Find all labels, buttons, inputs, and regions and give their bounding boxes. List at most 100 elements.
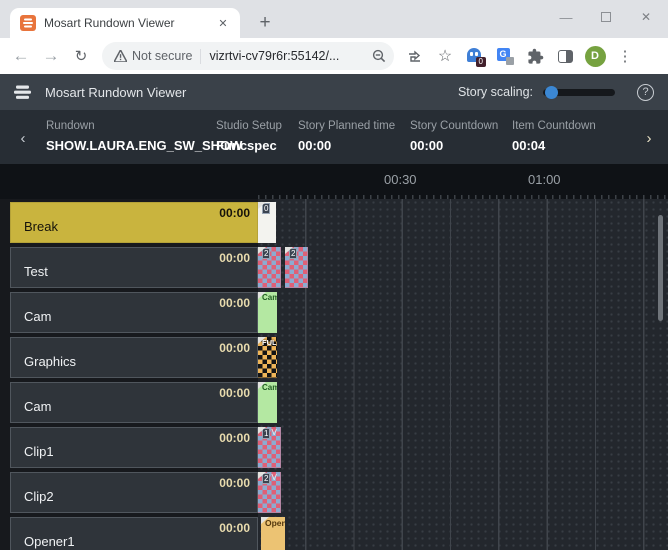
story-items-lane: 22 [258,247,668,288]
item-start-marker [258,247,266,254]
story-planned-time: 00:00 [219,476,250,490]
browser-window: Mosart Rundown Viewer ✕ + — ✕ ← → ↻ Not … [0,0,668,550]
forward-button[interactable]: → [36,42,66,70]
new-tab-button[interactable]: + [252,10,278,36]
ghost-extension-icon: 0 [466,48,484,64]
field-value: 00:04 [512,138,630,153]
timeline-item[interactable]: 1V [258,427,281,468]
story-name: Clip2 [24,489,54,504]
item-start-marker [258,472,266,479]
story-items-lane: FULL [258,337,668,378]
mosart-favicon-icon [20,15,36,31]
bookmark-button[interactable]: ☆ [430,42,460,70]
field-story-planned-time: Story Planned time 00:00 [298,120,410,164]
story-planned-time: 00:00 [219,431,250,445]
timeline-item[interactable]: 2 [285,247,308,288]
tab-title: Mosart Rundown Viewer [44,16,214,30]
field-story-countdown: Story Countdown 00:00 [410,120,512,164]
story-row[interactable]: 00:00Test22 [10,247,668,288]
omnibox-divider [200,49,201,64]
story-card[interactable]: 00:00Cam [10,382,258,423]
help-button[interactable]: ? [637,84,654,101]
story-row[interactable]: 00:00CamCam1 [10,292,668,333]
story-row[interactable]: 00:00GraphicsFULL [10,337,668,378]
story-card[interactable]: 00:00 Break [10,202,258,243]
not-secure-warning-icon [114,50,127,62]
item-start-marker [258,337,266,344]
next-rundown-chevron[interactable]: › [630,120,668,164]
extension-badge: 0 [476,57,486,67]
story-row[interactable]: 00:00CamCam1 [10,382,668,423]
story-row[interactable]: 00:00Opener1Opener [10,517,668,550]
url-text[interactable]: vizrtvi-cv79r6r:55142/... [209,49,368,63]
story-planned-time: 00:00 [219,521,250,535]
minimize-button[interactable]: — [546,0,586,34]
rundown-info-bar: ‹ Rundown SHOW.LAURA.ENG_SW_SHOW Studio … [0,110,668,164]
vertical-scrollbar[interactable] [658,215,663,321]
story-planned-time: 00:00 [219,386,250,400]
story-row[interactable]: 00:00 Break 0 [10,202,668,243]
reload-button[interactable]: ↻ [66,42,96,70]
item-label: V [271,473,276,483]
story-card[interactable]: 00:00Opener1 [10,517,258,550]
extensions-button[interactable] [520,42,550,70]
browser-toolbar: ← → ↻ Not secure vizrtvi-cv79r6r:55142/.… [0,38,668,74]
story-scaling-slider[interactable] [543,89,615,96]
field-label: Story Countdown [410,120,512,132]
share-button[interactable] [400,42,430,70]
zoom-out-icon[interactable] [372,49,386,63]
mosart-logo-icon [14,85,32,100]
field-label: Rundown [46,120,216,132]
translate-extension-button[interactable]: G [490,42,520,70]
profile-button[interactable]: D [580,42,610,70]
story-row[interactable]: 00:00Clip11V [10,427,668,468]
close-button[interactable]: ✕ [626,0,666,34]
maximize-icon [601,12,611,22]
timeline-item[interactable]: 2 [258,247,281,288]
item-label: V [271,428,276,438]
maximize-button[interactable] [586,0,626,34]
share-icon [407,49,423,64]
story-name: Graphics [24,354,76,369]
timeline-marker: 00:30 [384,172,417,187]
timeline-item[interactable]: Opener [261,517,285,550]
story-items-lane: Cam1 [258,382,668,423]
item-start-marker [285,247,293,254]
app-header: Mosart Rundown Viewer Story scaling: ? [0,74,668,110]
item-start-marker [258,202,266,209]
story-card[interactable]: 00:00Test [10,247,258,288]
story-card[interactable]: 00:00Graphics [10,337,258,378]
tab-close-icon[interactable]: ✕ [214,14,232,32]
timeline-item[interactable]: 2V [258,472,281,513]
story-row[interactable]: 00:00 Clip2 2V [10,472,668,513]
rundown-board: 00:00Break000:00Test2200:00CamCam100:00G… [0,199,668,550]
story-planned-time: 00:00 [219,206,250,220]
story-name: Break [24,219,58,234]
ghost-extension-button[interactable]: 0 [460,42,490,70]
timeline-item[interactable]: Cam1 [258,292,277,333]
story-card[interactable]: 00:00Cam [10,292,258,333]
security-label[interactable]: Not secure [132,49,192,63]
story-card[interactable]: 00:00 Clip2 [10,472,258,513]
timeline-item[interactable]: 0 [258,202,276,243]
field-item-countdown: Item Countdown 00:04 [512,120,630,164]
story-scaling-label: Story scaling: [458,85,533,99]
field-label: Item Countdown [512,120,630,132]
timeline-item[interactable]: FULL [258,337,277,378]
address-bar[interactable]: Not secure vizrtvi-cv79r6r:55142/... [102,42,394,70]
avatar: D [585,46,606,67]
browser-tab[interactable]: Mosart Rundown Viewer ✕ [10,8,240,38]
side-panel-button[interactable] [550,42,580,70]
prev-rundown-chevron[interactable]: ‹ [0,120,46,164]
timeline-item[interactable]: Cam1 [258,382,277,423]
timeline-marker: 01:00 [528,172,561,187]
story-card[interactable]: 00:00Clip1 [10,427,258,468]
side-panel-icon [558,50,573,63]
browser-menu-button[interactable]: ⋮ [610,42,640,70]
item-start-marker [261,517,269,524]
window-controls: — ✕ [546,0,666,34]
puzzle-icon [527,48,544,65]
slider-thumb[interactable] [545,86,558,99]
story-items-lane: 0 [258,202,668,243]
back-button[interactable]: ← [6,42,36,70]
